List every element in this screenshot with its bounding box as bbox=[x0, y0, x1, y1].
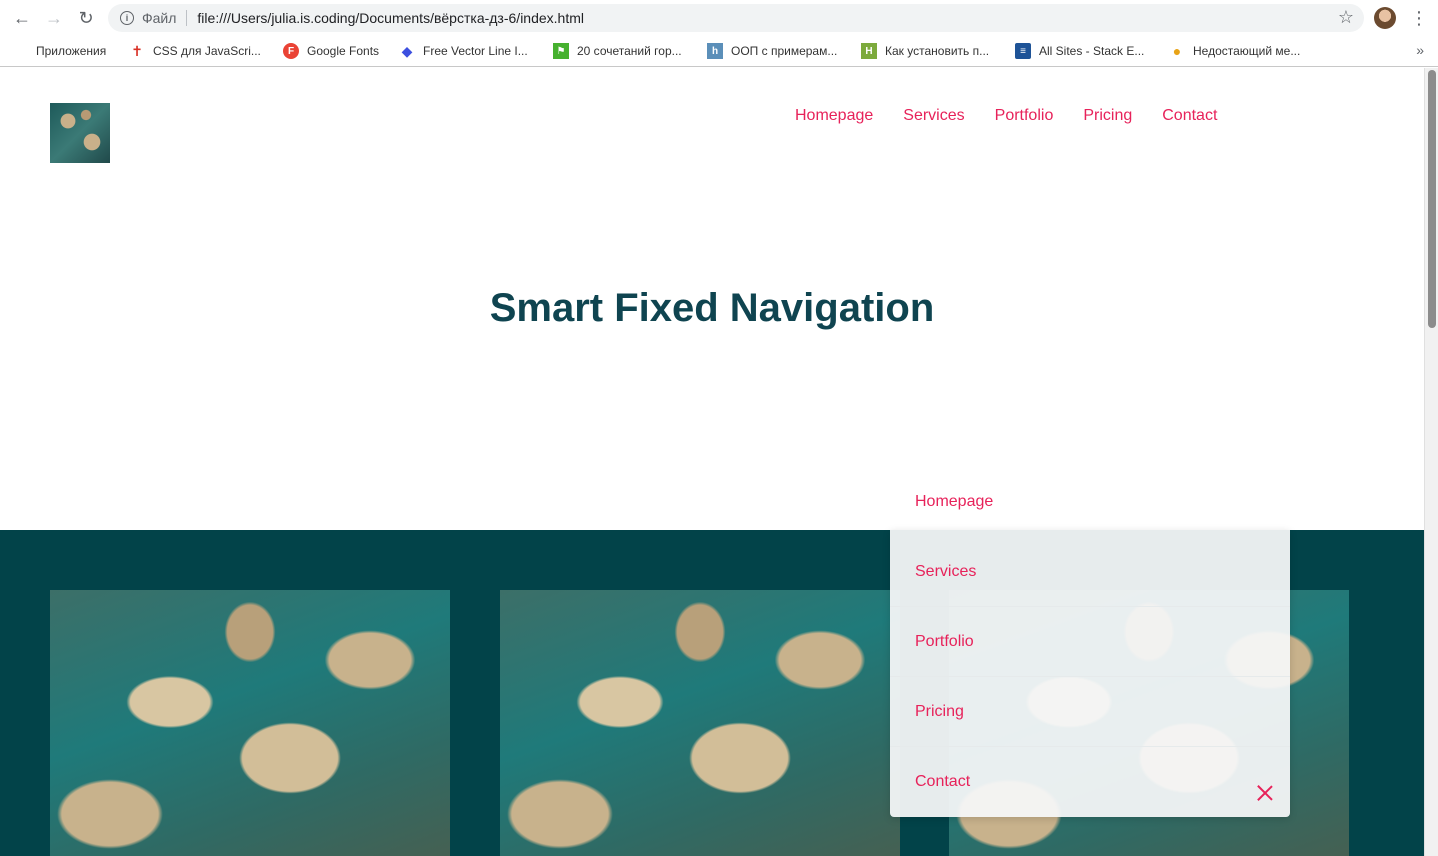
hexlet-icon: H bbox=[861, 43, 877, 59]
bookmark-google-fonts[interactable]: F Google Fonts bbox=[283, 42, 379, 60]
scheme-label: Файл bbox=[142, 10, 177, 26]
nav-link-homepage[interactable]: Homepage bbox=[795, 107, 873, 125]
bookmark-oop[interactable]: h ООП с примерам... bbox=[707, 42, 837, 60]
bookmark-css[interactable]: ✝ CSS для JavaScri... bbox=[129, 42, 261, 60]
nav-link-contact[interactable]: Contact bbox=[1162, 107, 1217, 125]
address-separator bbox=[186, 10, 188, 26]
bookmark-install[interactable]: H Как установить п... bbox=[861, 42, 989, 60]
site-logo[interactable] bbox=[50, 103, 110, 163]
bookmark-label: Free Vector Line I... bbox=[423, 44, 528, 58]
bookmark-label: 20 сочетаний гор... bbox=[577, 44, 682, 58]
bookmark-missing[interactable]: ● Недостающий ме... bbox=[1169, 42, 1301, 60]
menu-item-homepage[interactable]: Homepage bbox=[915, 493, 993, 511]
bookmark-colors[interactable]: ⚑ 20 сочетаний гор... bbox=[553, 42, 682, 60]
profile-avatar[interactable] bbox=[1374, 7, 1396, 29]
page-scrollbar[interactable] bbox=[1424, 68, 1438, 856]
bookmark-label: Приложения bbox=[36, 44, 107, 58]
menu-item-portfolio[interactable]: Portfolio bbox=[915, 633, 974, 651]
nav-link-services[interactable]: Services bbox=[903, 107, 964, 125]
diamond-icon: ◆ bbox=[401, 42, 413, 59]
google-fonts-icon: F bbox=[283, 43, 299, 59]
kebab-menu-icon[interactable]: ⋮ bbox=[1410, 8, 1428, 28]
bookmark-label: Недостающий ме... bbox=[1193, 44, 1301, 58]
stackexchange-icon: ≡ bbox=[1015, 43, 1031, 59]
apps-grid-icon bbox=[14, 44, 28, 58]
close-icon[interactable] bbox=[1257, 785, 1273, 801]
nav-link-portfolio[interactable]: Portfolio bbox=[995, 107, 1054, 125]
bookmark-label: Как установить п... bbox=[885, 44, 990, 58]
habr-icon: h bbox=[707, 43, 723, 59]
info-icon[interactable]: i bbox=[120, 11, 134, 25]
bookmarks-bar: Приложения ✝ CSS для JavaScri... F Googl… bbox=[0, 36, 1438, 67]
menu-divider bbox=[890, 606, 1290, 607]
green-figure-icon: ⚑ bbox=[553, 43, 569, 59]
main-nav: Homepage Services Portfolio Pricing Cont… bbox=[795, 107, 1217, 125]
gallery-image bbox=[500, 590, 900, 856]
bookmark-label: Google Fonts bbox=[307, 44, 380, 58]
bookmark-label: ООП с примерам... bbox=[731, 44, 838, 58]
bookmark-label: CSS для JavaScri... bbox=[153, 44, 261, 58]
menu-divider bbox=[890, 676, 1290, 677]
reload-icon[interactable]: ↻ bbox=[74, 6, 98, 30]
nav-link-pricing[interactable]: Pricing bbox=[1083, 107, 1132, 125]
bookmark-star-icon[interactable]: ☆ bbox=[1338, 7, 1354, 28]
page-title: Smart Fixed Navigation bbox=[489, 286, 935, 330]
address-bar[interactable]: i Файл file:///Users/julia.is.coding/Doc… bbox=[108, 4, 1364, 32]
menu-item-services[interactable]: Services bbox=[915, 563, 976, 581]
page-viewport: Homepage Services Portfolio Pricing Cont… bbox=[0, 68, 1424, 856]
dropdown-menu: Services Portfolio Pricing Contact bbox=[890, 530, 1290, 817]
back-arrow-icon[interactable]: ← bbox=[10, 6, 34, 30]
forward-arrow-icon[interactable]: → bbox=[42, 6, 66, 30]
browser-toolbar: ← → ↻ i Файл file:///Users/julia.is.codi… bbox=[0, 0, 1438, 36]
url-text[interactable]: file:///Users/julia.is.coding/Documents/… bbox=[197, 10, 584, 26]
bookmark-stackexchange[interactable]: ≡ All Sites - Stack E... bbox=[1015, 42, 1144, 60]
css-figure-icon: ✝ bbox=[131, 42, 143, 59]
menu-item-contact[interactable]: Contact bbox=[915, 773, 970, 791]
menu-item-pricing[interactable]: Pricing bbox=[915, 703, 964, 721]
bookmark-label: All Sites - Stack E... bbox=[1039, 44, 1145, 58]
gallery-image bbox=[50, 590, 450, 856]
scrollbar-thumb[interactable] bbox=[1428, 70, 1436, 328]
bottle-icon: ● bbox=[1172, 43, 1182, 59]
bookmark-apps[interactable]: Приложения bbox=[14, 42, 106, 60]
bookmark-free-vector[interactable]: ◆ Free Vector Line I... bbox=[399, 42, 528, 60]
menu-divider bbox=[890, 746, 1290, 747]
bookmarks-overflow-icon[interactable]: » bbox=[1416, 42, 1424, 58]
